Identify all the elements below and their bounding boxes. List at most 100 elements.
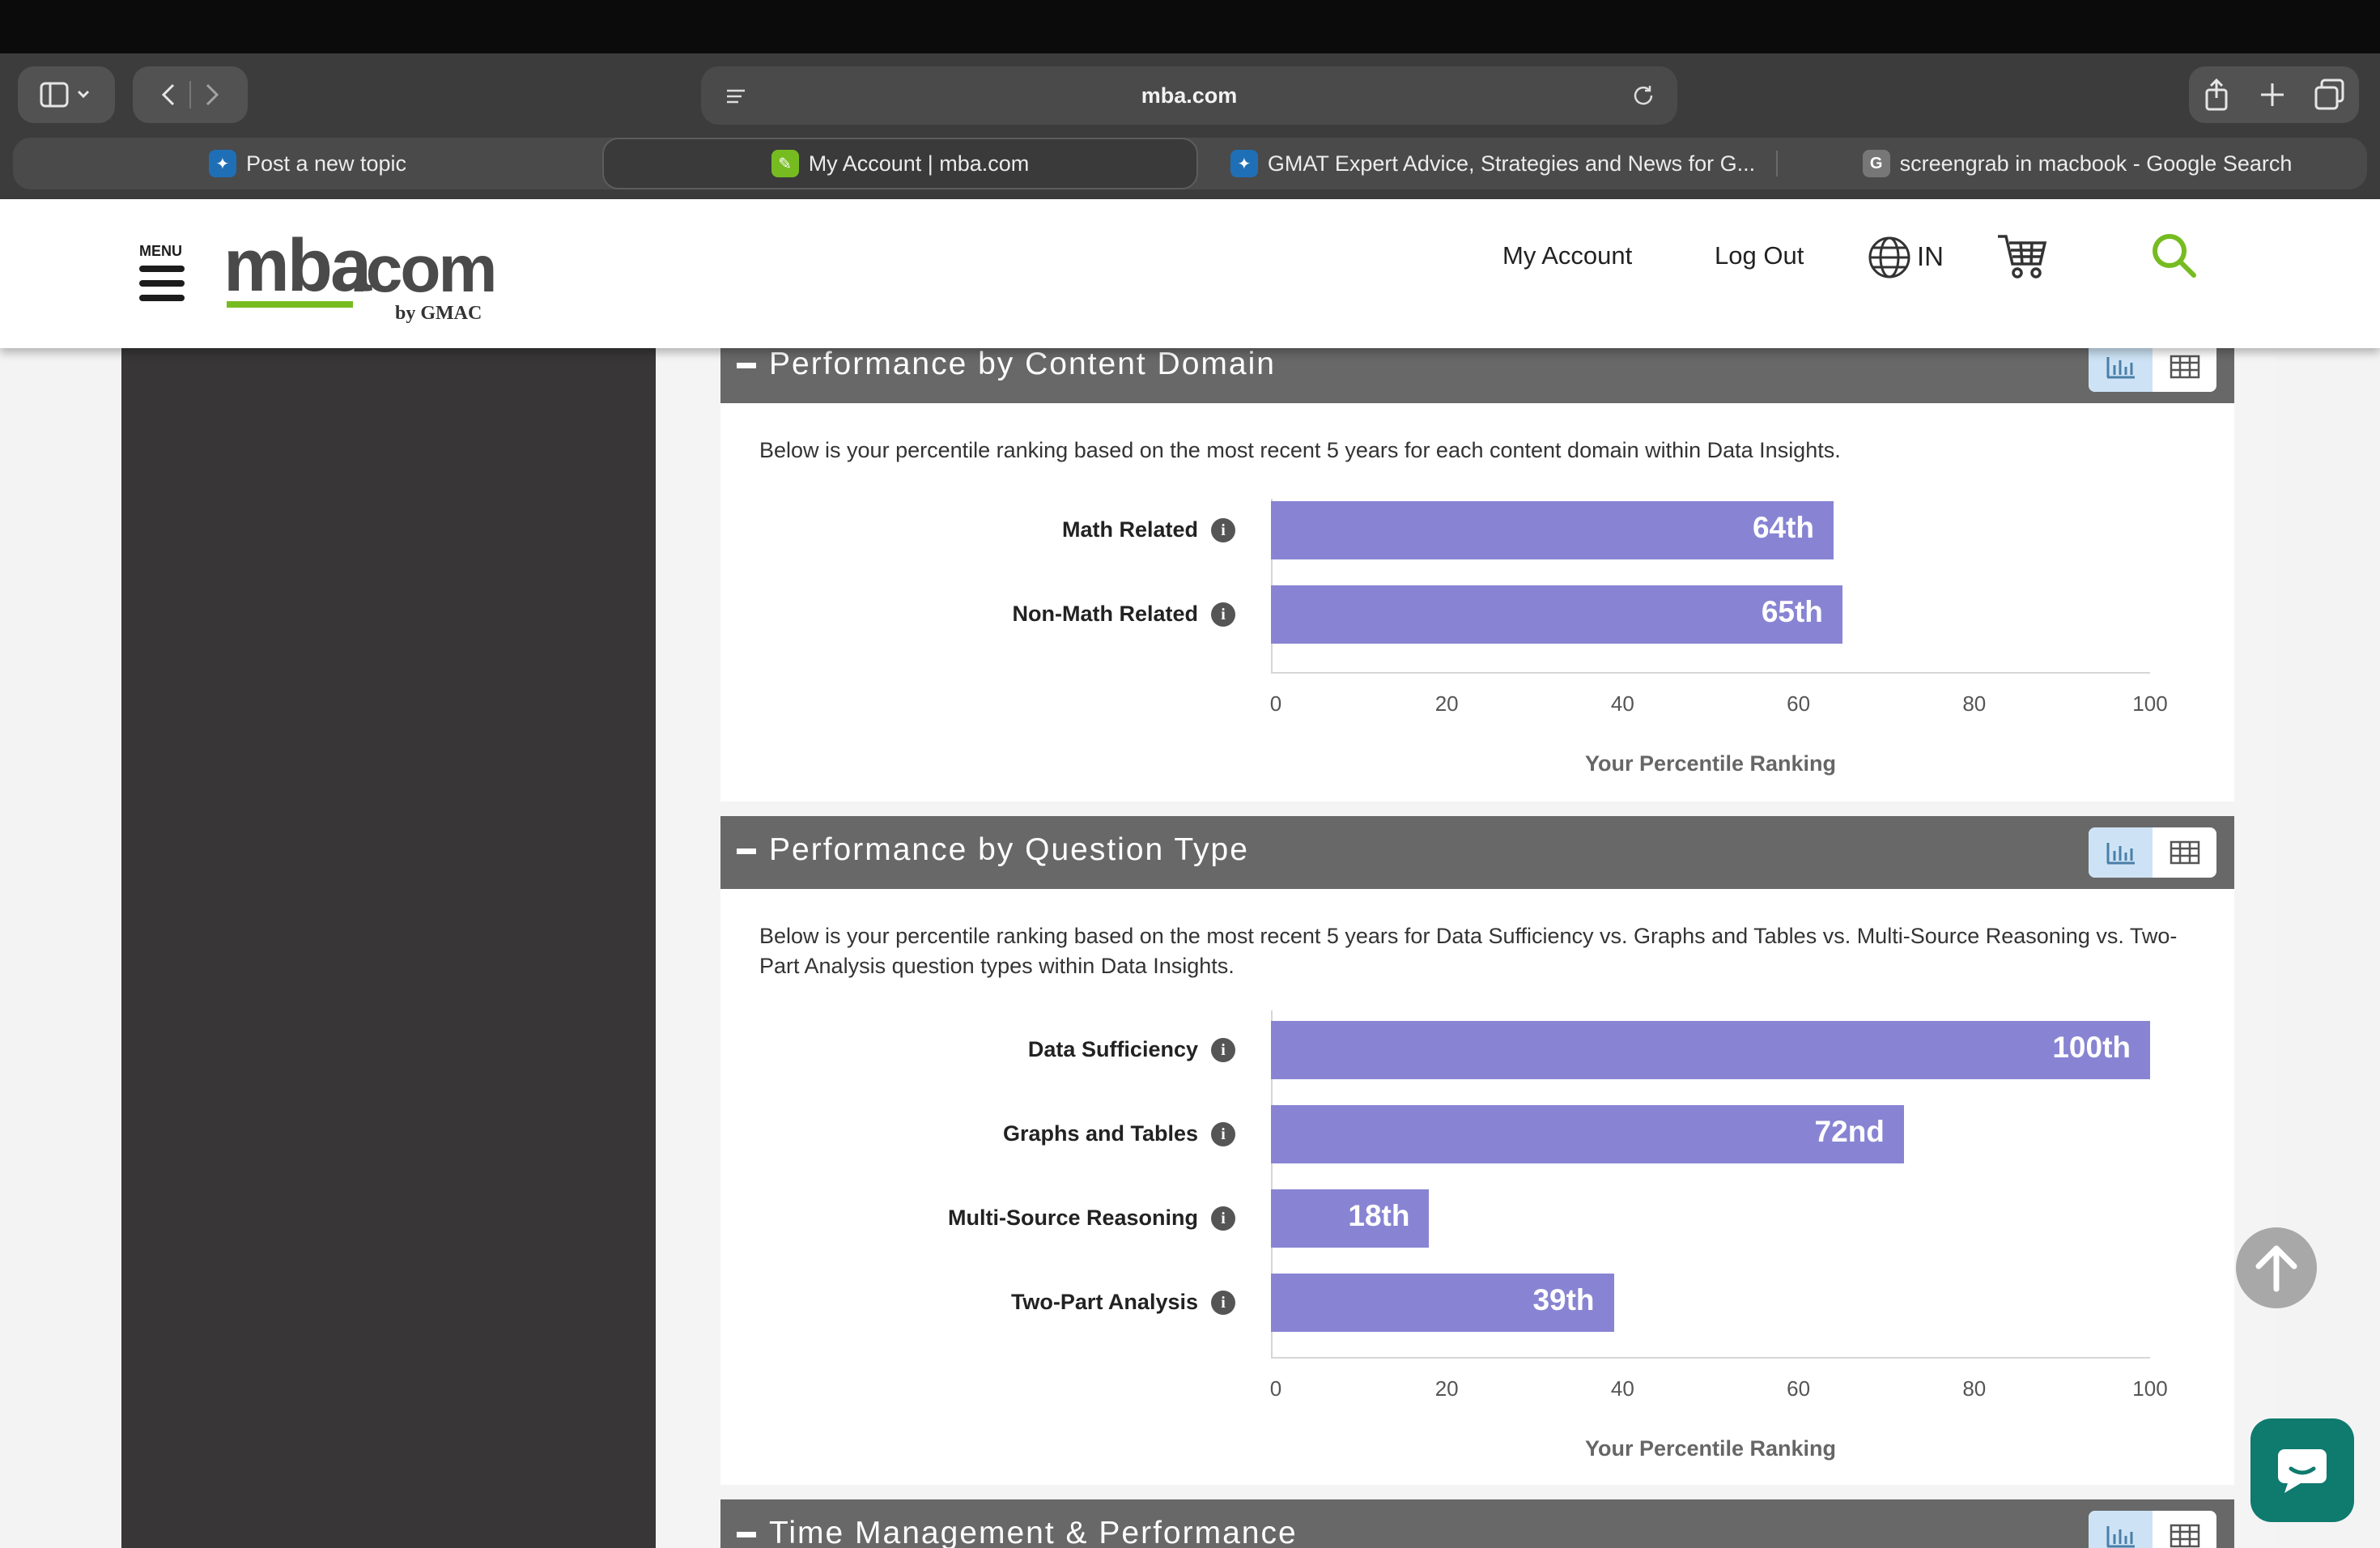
bar[interactable]: 100th: [1271, 1021, 2150, 1079]
bar[interactable]: 39th: [1271, 1274, 1614, 1332]
tab-post-new-topic[interactable]: ✦ Post a new topic: [13, 138, 602, 189]
scroll-to-top-button[interactable]: [2236, 1227, 2317, 1308]
x-tick-label: 20: [1434, 691, 1459, 716]
logo-underline: [227, 301, 353, 308]
x-tick-label: 60: [1787, 691, 1811, 716]
x-tick-label: 100: [2132, 1376, 2168, 1401]
forum-favicon-icon: ✦: [208, 150, 236, 177]
info-icon[interactable]: i: [1211, 518, 1235, 542]
table-icon: [2170, 840, 2199, 865]
x-tick-label: 40: [1610, 691, 1634, 716]
bar-value-label: 100th: [2052, 1031, 2131, 1064]
category-label: Data Sufficiency: [1027, 1037, 1198, 1061]
search-icon[interactable]: [2150, 232, 2199, 280]
bar-value-label: 18th: [1348, 1199, 1410, 1232]
my-account-link[interactable]: My Account: [1502, 241, 1632, 270]
tab-strip: ✦ Post a new topic ✎ My Account | mba.co…: [13, 138, 2367, 189]
bar-value-label: 39th: [1532, 1283, 1595, 1316]
x-tick-label: 0: [1269, 691, 1282, 716]
collapse-icon[interactable]: [737, 1532, 756, 1537]
content-domain-chart: Math Related i 64th Non-Math Related i 65th 0 2…: [720, 403, 2234, 802]
tab-my-account[interactable]: ✎ My Account | mba.com: [602, 138, 1198, 189]
menu-label[interactable]: MENU: [139, 243, 182, 260]
tab-label: screengrab in macbook - Google Search: [1899, 151, 2293, 176]
table-view-button[interactable]: [2153, 827, 2216, 878]
x-tick-label: 20: [1434, 1376, 1459, 1401]
back-forward-group: [133, 66, 248, 123]
bar-value-label: 72nd: [1814, 1115, 1885, 1148]
chart-view-button[interactable]: [2089, 827, 2153, 878]
section-header[interactable]: Time Management & Performance: [720, 1499, 2234, 1548]
section-header[interactable]: Performance by Question Type: [720, 816, 2234, 889]
question-type-chart: Data Sufficiency i 100th Graphs and Tables i…: [720, 889, 2234, 1485]
plus-icon[interactable]: [2256, 79, 2289, 111]
chart-view-button[interactable]: [2089, 342, 2153, 392]
x-tick-label: 80: [1962, 1376, 1987, 1401]
bar-chart-icon: [2106, 843, 2135, 865]
bar-value-label: 65th: [1761, 595, 1823, 628]
menu-bar: [0, 0, 2380, 53]
bar[interactable]: 72nd: [1271, 1105, 1904, 1163]
view-toggle: [2089, 1511, 2216, 1548]
x-axis-line: [1271, 672, 2150, 674]
chat-button[interactable]: [2250, 1418, 2354, 1522]
category-label: Non-Math Related: [1012, 602, 1199, 626]
google-favicon-icon: G: [1862, 150, 1890, 177]
bar[interactable]: 64th: [1271, 501, 1834, 559]
address-bar[interactable]: mba.com: [701, 66, 1677, 125]
hamburger-menu-icon[interactable]: [139, 266, 185, 309]
reload-icon[interactable]: [1630, 83, 1656, 108]
log-out-link[interactable]: Log Out: [1715, 241, 1804, 270]
collapse-icon[interactable]: [737, 848, 756, 854]
tab-google-search[interactable]: G screengrab in macbook - Google Search: [1787, 138, 2367, 189]
section-body: Below is your percentile ranking based o…: [720, 889, 2234, 1485]
section-title: Time Management & Performance: [769, 1516, 1298, 1548]
bar-chart-icon: [2106, 1526, 2135, 1548]
view-toggle: [2089, 827, 2216, 878]
x-axis-title: Your Percentile Ranking: [1584, 751, 1837, 776]
question-type-section: Performance by Question Type Below is yo…: [720, 816, 2234, 1485]
info-icon[interactable]: i: [1211, 1206, 1235, 1231]
x-axis-title: Your Percentile Ranking: [1584, 1436, 1837, 1461]
tab-separator: [1776, 151, 1778, 176]
info-icon[interactable]: i: [1211, 602, 1235, 627]
arrow-up-icon: [2255, 1245, 2297, 1292]
sidebar-toggle-button[interactable]: [18, 66, 115, 123]
region-selector[interactable]: IN: [1917, 241, 1944, 272]
mba-logo[interactable]: mba .com by GMAC: [223, 223, 497, 329]
forward-icon[interactable]: [191, 79, 232, 111]
bar[interactable]: 18th: [1271, 1189, 1430, 1248]
share-icon[interactable]: [2200, 77, 2233, 113]
globe-icon[interactable]: [1867, 235, 1912, 280]
mba-favicon-icon: ✎: [771, 150, 799, 177]
category-label: Multi-Source Reasoning: [947, 1206, 1198, 1230]
x-tick-label: 100: [2132, 691, 2168, 716]
tab-label: My Account | mba.com: [808, 151, 1030, 176]
share-button[interactable]: [2189, 66, 2359, 123]
url-text: mba.com: [1141, 83, 1238, 108]
info-icon[interactable]: i: [1211, 1291, 1235, 1315]
collapse-icon[interactable]: [737, 363, 756, 368]
table-icon: [2170, 1524, 2199, 1548]
x-tick-label: 40: [1610, 1376, 1634, 1401]
logo-dotcom: .com: [350, 232, 497, 306]
time-management-section: Time Management & Performance: [720, 1499, 2234, 1548]
table-icon: [2170, 355, 2199, 379]
forum-favicon-icon: ✦: [1230, 150, 1258, 177]
info-icon[interactable]: i: [1211, 1038, 1235, 1062]
cart-icon[interactable]: [1996, 232, 2048, 280]
table-view-button[interactable]: [2153, 342, 2216, 392]
sidebar-toggle-icon: [40, 82, 90, 108]
tabs-overview-icon[interactable]: [2312, 77, 2348, 113]
tab-gmat-expert-advice[interactable]: ✦ GMAT Expert Advice, Strategies and New…: [1198, 138, 1787, 189]
chart-view-button[interactable]: [2089, 1511, 2153, 1548]
reader-icon[interactable]: [724, 84, 748, 108]
table-view-button[interactable]: [2153, 1511, 2216, 1548]
tab-label: Post a new topic: [245, 151, 407, 176]
section-title: Performance by Question Type: [769, 832, 1249, 867]
info-icon[interactable]: i: [1211, 1122, 1235, 1146]
back-icon[interactable]: [149, 79, 189, 111]
x-tick-label: 0: [1269, 1376, 1282, 1401]
x-tick-label: 80: [1962, 691, 1987, 716]
bar[interactable]: 65th: [1271, 585, 1842, 644]
